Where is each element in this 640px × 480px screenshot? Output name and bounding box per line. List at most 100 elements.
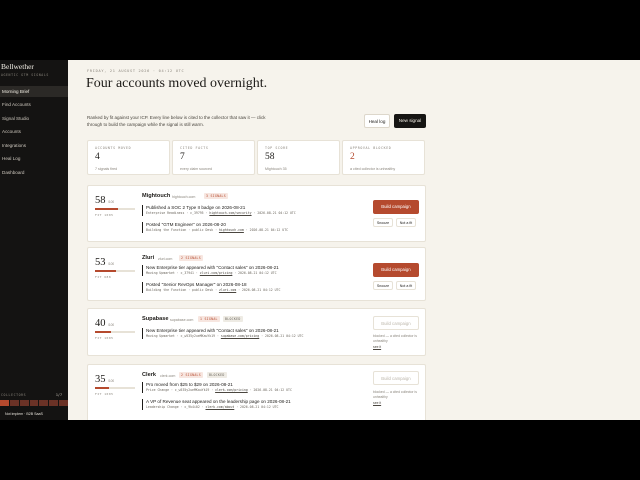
blocked-note: blocked — a cited collector is unhealthy bbox=[373, 390, 417, 399]
company-name[interactable]: Mightouch bbox=[142, 193, 170, 199]
build-campaign-button[interactable]: Build campaign bbox=[373, 263, 419, 277]
citation-source: Leadership Change · c_9k4i02 · bbox=[146, 405, 206, 409]
stat-value: 7 bbox=[180, 152, 185, 162]
dateline: FRIDAY, 21 AUGUST 2026 · 04:12 UTC bbox=[87, 69, 185, 73]
citation-source: Building the Function · public Desk · bbox=[146, 288, 219, 292]
not-a-fit-button[interactable]: Not a fit bbox=[396, 281, 416, 290]
app-window: Bellwether AGENTIC GTM SIGNALS Morning B… bbox=[0, 60, 640, 420]
company-domain[interactable]: zluri.com bbox=[158, 257, 172, 261]
citation-source: Price Change · c_w535y2ueMKauYk19 · bbox=[146, 388, 216, 392]
fit-score: 58 bbox=[95, 195, 106, 206]
signal-item: Pro moved from $25 to $29 on 2026-08-21 … bbox=[142, 382, 292, 393]
build-campaign-button[interactable]: Build campaign bbox=[373, 371, 419, 385]
snooze-button[interactable]: Snooze bbox=[373, 218, 393, 227]
collector-bar bbox=[19, 400, 29, 406]
stat-label: TOP SCORE bbox=[265, 146, 289, 150]
fit-score: 35 bbox=[95, 374, 106, 385]
sidebar-item-integrations[interactable]: Integrations bbox=[0, 140, 68, 151]
company-domain[interactable]: hightouch.com bbox=[172, 195, 195, 199]
sidebar-item-heal-log[interactable]: Heal Log bbox=[0, 153, 68, 164]
collectors-label: COLLECTORS bbox=[1, 393, 27, 397]
stat-note: a cited collector is unhealthy bbox=[350, 167, 396, 171]
fit-score-fill bbox=[95, 208, 119, 210]
stat-value: 4 bbox=[95, 152, 100, 162]
citation-link[interactable]: hightouch.com/security bbox=[209, 211, 251, 215]
company-name[interactable]: Supabase bbox=[142, 316, 168, 322]
stat-approval-blocked: APPROVAL BLOCKED 2 a cited collector is … bbox=[342, 140, 425, 175]
build-campaign-button[interactable]: Build campaign bbox=[373, 316, 419, 330]
signal-citation: Building the Function · public Desk · hi… bbox=[146, 228, 288, 233]
collector-bar bbox=[0, 400, 9, 406]
fit-score-max: /100 bbox=[108, 262, 115, 266]
heal-log-button[interactable]: Heal log bbox=[364, 114, 390, 128]
citation-time: · 2026-08-21 04:12 UTC bbox=[234, 405, 279, 409]
citation-link[interactable]: supabase.com/pricing bbox=[221, 334, 259, 338]
signal-citation: Price Change · c_w535y2ueMKauYk19 · cler… bbox=[146, 388, 292, 393]
page-title: Four accounts moved overnight. bbox=[86, 76, 268, 91]
citation-time: · 2026-08-21 04:12 UTC bbox=[259, 334, 304, 338]
fit-score: 40 bbox=[95, 318, 106, 329]
stat-label: CITED FACTS bbox=[180, 146, 209, 150]
citation-link[interactable]: clerk.com/about bbox=[206, 405, 235, 409]
collector-bar bbox=[29, 400, 39, 406]
signal-item: A VP of Revenue seat appeared on the lea… bbox=[142, 399, 291, 410]
citation-time: · 2026-08-21 04:12 UTC bbox=[247, 388, 292, 392]
collector-bar bbox=[9, 400, 19, 406]
signal-count-badge: 1 SIGNAL bbox=[198, 316, 220, 322]
not-a-fit-button[interactable]: Not a fit bbox=[396, 218, 416, 227]
stat-top-score: TOP SCORE 58 Mightouch 35 bbox=[257, 140, 340, 175]
stat-accounts-moved: ACCOUNTS MOVED 4 7 signals fired bbox=[87, 140, 170, 175]
fit-score-label: FIT 1005 bbox=[95, 392, 114, 396]
citation-time: · 2026-08-21 04:12 UTC bbox=[236, 288, 281, 292]
sidebar-item-accounts[interactable]: Accounts bbox=[0, 126, 68, 137]
citation-link[interactable]: clerk.com/pricing bbox=[215, 388, 248, 392]
collector-bar bbox=[59, 400, 69, 406]
citation-link[interactable]: zluri.com bbox=[219, 288, 236, 292]
see-it-link[interactable]: see it bbox=[373, 345, 381, 349]
sidebar-item-dashboard[interactable]: Dashboard bbox=[0, 167, 68, 178]
snooze-button[interactable]: Snooze bbox=[373, 281, 393, 290]
brand-subtitle: AGENTIC GTM SIGNALS bbox=[1, 73, 49, 77]
fit-score-fill bbox=[95, 387, 109, 389]
citation-time: · 2026-08-21 04:12 UTC bbox=[243, 228, 289, 232]
new-signal-button[interactable]: New signal bbox=[394, 114, 426, 128]
fit-score: 53 bbox=[95, 257, 106, 268]
fit-score-max: /100 bbox=[108, 379, 115, 383]
account-card-clerk: 35 /100 FIT 1005 Clerk clerk.com 2 SIGNA… bbox=[87, 364, 426, 420]
signal-count-badge: 2 SIGNALS bbox=[179, 255, 203, 261]
signal-item: Posted "Senior RevOps Manager" on 2026-0… bbox=[142, 282, 280, 293]
signal-count-badge: 3 SIGNALS bbox=[204, 193, 228, 199]
see-it-link[interactable]: see it bbox=[373, 401, 381, 405]
brand-name: Bellwether bbox=[1, 62, 34, 71]
collector-bar bbox=[39, 400, 49, 406]
signal-citation: Leadership Change · c_9k4i02 · clerk.com… bbox=[146, 405, 291, 410]
fit-score-bar bbox=[95, 387, 135, 389]
company-name[interactable]: Clerk bbox=[142, 372, 156, 378]
sidebar-item-find-accounts[interactable]: Find Accounts bbox=[0, 99, 68, 110]
main-content: FRIDAY, 21 AUGUST 2026 · 04:12 UTC Four … bbox=[68, 60, 640, 420]
signal-citation: Moving Upmarket · c_w535y2ueMKauYk19 · s… bbox=[146, 334, 303, 339]
company-domain[interactable]: supabase.com bbox=[170, 318, 193, 322]
stat-note: 7 signals fired bbox=[95, 167, 118, 171]
fit-score-bar bbox=[95, 208, 135, 210]
sidebar: Bellwether AGENTIC GTM SIGNALS Morning B… bbox=[0, 60, 69, 420]
build-campaign-button[interactable]: Build campaign bbox=[373, 200, 419, 214]
stat-label: ACCOUNTS MOVED bbox=[95, 146, 132, 150]
fit-score-label: FIT 1005 bbox=[95, 336, 114, 340]
sidebar-item-morning-brief[interactable]: Morning Brief bbox=[0, 86, 68, 97]
fit-score-max: /100 bbox=[108, 323, 115, 327]
fit-score-label: FIT 1005 bbox=[95, 213, 114, 217]
signal-count-badge: 2 SIGNALS bbox=[179, 372, 203, 378]
account-card-mightouch: 58 /100 FIT 1005 Mightouch hightouch.com… bbox=[87, 185, 426, 242]
citation-link[interactable]: hightouch.com bbox=[219, 228, 244, 232]
citation-source: Building the Function · public Desk · bbox=[146, 228, 219, 232]
fit-score-max: /100 bbox=[108, 200, 115, 204]
company-domain[interactable]: clerk.com bbox=[160, 374, 175, 378]
company-name[interactable]: Zluri bbox=[142, 255, 154, 261]
citation-link[interactable]: zluri.com/pricing bbox=[200, 271, 233, 275]
citation-time: · 2026-08-21 04:12 UTC bbox=[232, 271, 277, 275]
stat-note: Mightouch 35 bbox=[265, 167, 287, 171]
blocked-badge: BLOCKED bbox=[223, 316, 243, 322]
signal-item: New Enterprise tier appeared with "Conta… bbox=[142, 265, 279, 276]
sidebar-item-signal-studio[interactable]: Signal Studio bbox=[0, 113, 68, 124]
